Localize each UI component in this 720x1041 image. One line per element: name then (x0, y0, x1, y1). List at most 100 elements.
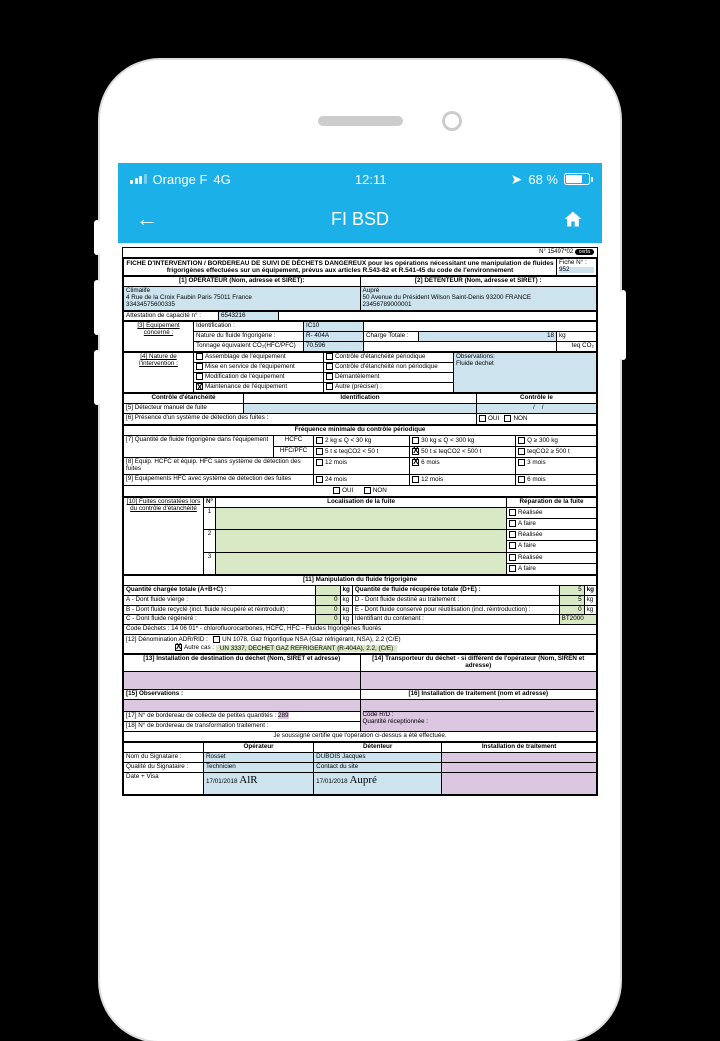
checkbox[interactable] (504, 415, 511, 422)
checkbox[interactable] (364, 487, 371, 494)
checkbox[interactable] (316, 459, 323, 466)
lc-v: 0 (315, 615, 340, 625)
checkbox[interactable] (518, 437, 525, 444)
col-inst: Installation de traitement (482, 743, 557, 750)
realisee3: Réalisée (518, 554, 543, 561)
form-number: N° 15497*02 (539, 249, 573, 255)
checkbox[interactable] (412, 476, 419, 483)
checkbox[interactable] (333, 487, 340, 494)
f7f: teqCO2 ≥ 500 t (527, 448, 570, 455)
le-v: 0 (559, 605, 584, 615)
afaire: A faire (518, 520, 536, 527)
op-sig-qual: Technicien (204, 762, 314, 772)
checkbox[interactable] (316, 448, 323, 455)
attestation-label: Attestation de capacité n° : (124, 311, 219, 321)
ld: D - Dont fluide destiné au traitement : (352, 595, 559, 605)
lid: Identifiant du contenant : (352, 615, 559, 625)
checkbox[interactable] (326, 363, 333, 370)
col-loc: Localisation de la fuite (327, 498, 395, 505)
operator-siret: 33434575600335 (126, 302, 358, 309)
checkbox[interactable] (509, 520, 516, 527)
afaire2: A faire (518, 543, 536, 550)
status-bar: Orange F 4G 12:11 ➤ 68 % (118, 163, 602, 195)
back-button[interactable]: ← (136, 206, 158, 232)
document: N° 15497*02 cerfa FICHE D'INTERVENTION /… (122, 247, 598, 796)
lb-v: 0 (315, 605, 340, 615)
f7c: Q ≥ 300 kg (527, 437, 558, 444)
r17: [17] N° de bordereau de collecte de peti… (126, 712, 276, 719)
checkbox[interactable] (518, 476, 525, 483)
opt-cenp: Contrôle d'étanchéité non périodique (335, 363, 438, 370)
r6-label: [6] Présence d'un système de détection d… (124, 414, 477, 425)
r18: [18] N° de bordereau de transformation t… (124, 722, 361, 732)
checkbox[interactable] (316, 476, 323, 483)
hcfc: HCFC (274, 436, 314, 447)
m3: 3 mois (527, 459, 546, 466)
checkbox[interactable] (509, 565, 516, 572)
opt-dem: Démantèlement (335, 373, 379, 380)
checkbox[interactable] (326, 353, 333, 360)
qc-label: Quantité chargée totale (A+B+C) : (126, 586, 227, 593)
op-sig-nom: Rosset (204, 752, 314, 762)
checkbox[interactable] (326, 373, 333, 380)
qrecep: Quantité réceptionnée : (363, 718, 428, 725)
checkbox[interactable] (479, 415, 486, 422)
checkbox[interactable] (316, 437, 323, 444)
carrier-label: Orange F (153, 172, 208, 187)
battery-icon (564, 173, 590, 185)
op-date: 17/01/2018 (206, 778, 238, 785)
nature-label: [4] Nature de l'intervention : (124, 353, 194, 393)
ctrl-ident: Identification (340, 394, 379, 401)
r13: [13] Installation de destination du déch… (143, 655, 340, 662)
checkbox[interactable] (326, 383, 333, 390)
attestation-number: 6543216 (219, 311, 279, 321)
hfcpfc: HFC/PFC (274, 447, 314, 458)
certification: Je soussigné certifie que l'opération ci… (124, 732, 597, 742)
checkbox[interactable] (509, 554, 516, 561)
checkbox-checked[interactable] (412, 448, 419, 455)
phone-side-button (94, 280, 100, 335)
r10-label: [10] Fuites constatées lors du contrôle … (124, 498, 204, 574)
kg5: kg (340, 605, 352, 615)
speaker-icon (318, 116, 403, 126)
checkbox[interactable] (196, 363, 203, 370)
m12: 12 mois (325, 459, 347, 466)
checkbox-checked[interactable] (412, 459, 419, 466)
operator-header: [1] OPERATEUR (Nom, adresse et SIRET): (179, 277, 305, 284)
teq-unit: teq CO₂ (557, 342, 597, 352)
realisee: Réalisée (518, 509, 543, 516)
checkbox[interactable] (509, 542, 516, 549)
m24: 24 mois (325, 476, 347, 483)
checkbox-checked[interactable] (175, 644, 182, 651)
camera-icon (442, 111, 462, 131)
phone-notch (118, 78, 602, 163)
checkbox[interactable] (509, 531, 516, 538)
document-viewport[interactable]: N° 15497*02 cerfa FICHE D'INTERVENTION /… (118, 243, 602, 1023)
kg2: kg (587, 586, 594, 593)
network-label: 4G (213, 172, 230, 187)
r16: [16] Installation de traitement (nom et … (408, 690, 548, 697)
checkbox[interactable] (509, 509, 516, 516)
f7e: 50 t ≤ teqCO2 < 500 t (421, 448, 481, 455)
det-signature: Aupré (349, 774, 377, 786)
m12b: 12 mois (421, 476, 443, 483)
checkbox[interactable] (518, 459, 525, 466)
home-button[interactable] (562, 209, 584, 229)
checkbox[interactable] (196, 373, 203, 380)
checkbox[interactable] (213, 636, 220, 643)
r17-v: 289 (278, 712, 289, 719)
checkbox[interactable] (196, 353, 203, 360)
row-date: Date + Visa (124, 772, 204, 794)
r11-header: [11] Manipulation du fluide frigorigène (124, 575, 597, 585)
ld-v: 5 (559, 595, 584, 605)
kg7: kg (340, 615, 352, 625)
row-qual: Qualité du Signataire : (124, 762, 204, 772)
f7d: 5 t ≤ teqCO2 < 50 t (325, 448, 378, 455)
phone-side-button (620, 290, 626, 360)
opt-assemblage: Assemblage de l'équipement (205, 353, 286, 360)
opt-cep: Contrôle d'étanchéité périodique (335, 353, 425, 360)
battery-percent: 68 % (528, 172, 558, 187)
checkbox[interactable] (412, 437, 419, 444)
checkbox[interactable] (518, 448, 525, 455)
checkbox-checked[interactable] (196, 383, 203, 390)
